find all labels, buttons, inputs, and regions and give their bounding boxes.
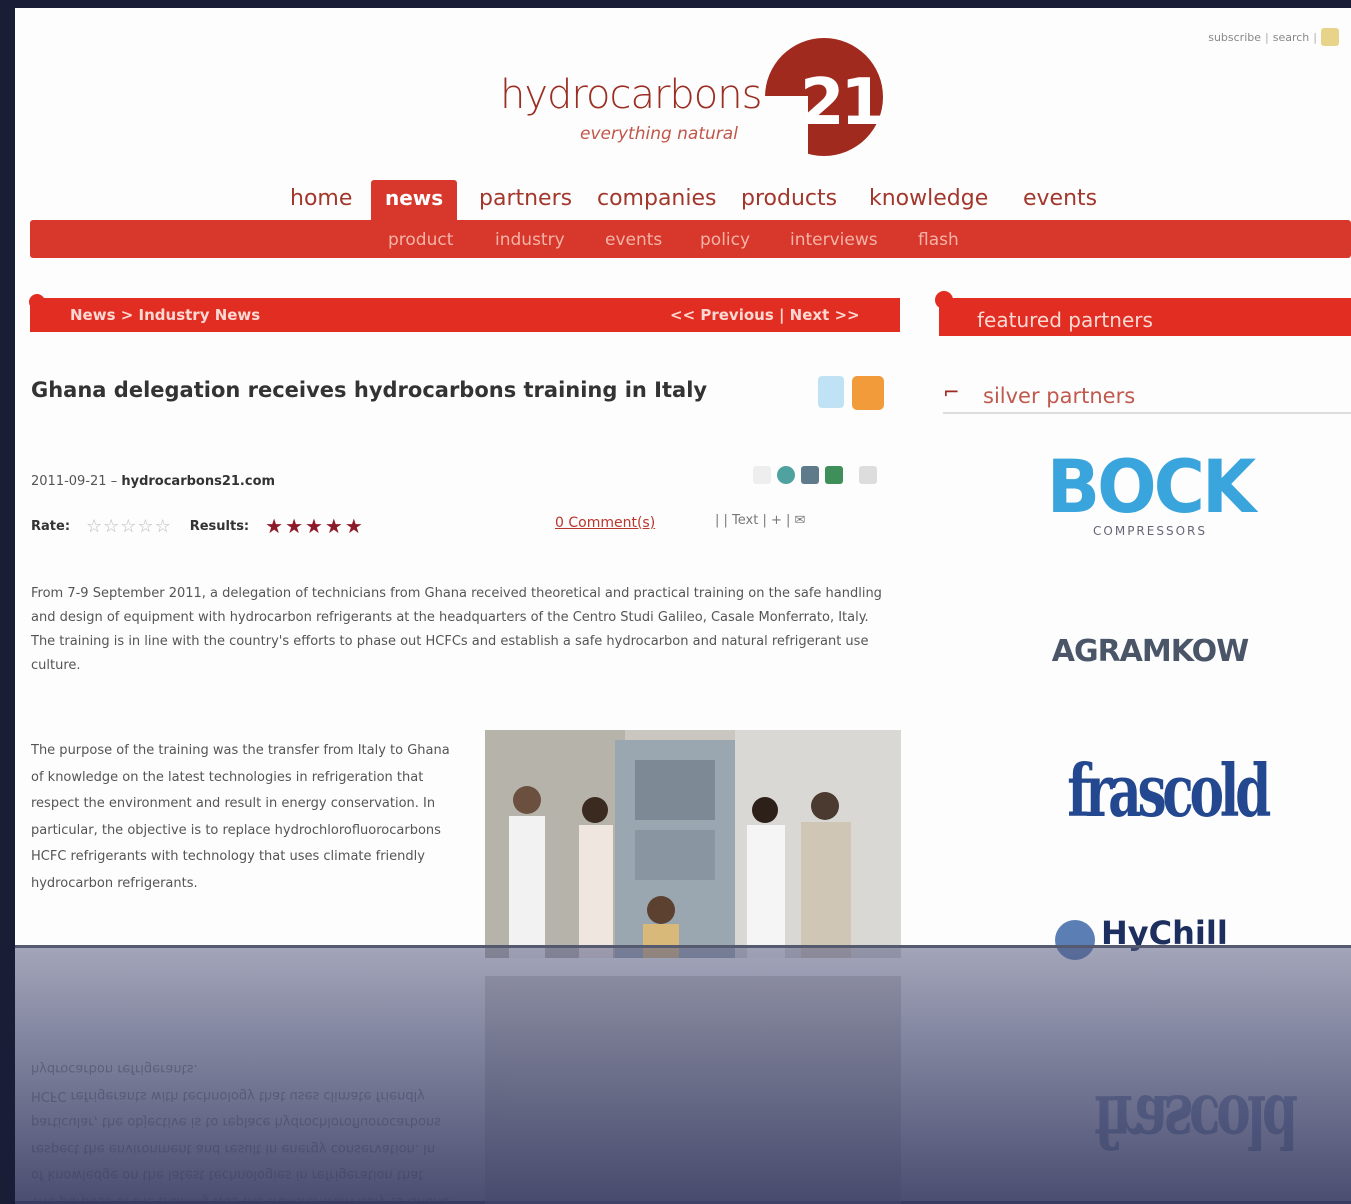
featured-partners-heading: featured partners <box>977 308 1153 332</box>
globe-icon[interactable] <box>777 466 795 484</box>
nav-companies[interactable]: companies <box>597 186 717 211</box>
home-icon[interactable] <box>1321 28 1339 46</box>
subnav-policy[interactable]: policy <box>700 230 750 250</box>
nav-home[interactable]: home <box>290 186 352 211</box>
subscribe-link[interactable]: subscribe <box>1208 31 1261 44</box>
article-title: Ghana delegation receives hydrocarbons t… <box>31 378 708 402</box>
results-label: Results: <box>189 518 250 534</box>
nav-partners[interactable]: partners <box>479 186 572 211</box>
logo-tagline: everything natural <box>580 124 738 144</box>
site-logo[interactable]: 21 hydrocarbons everything natural <box>500 36 890 156</box>
article-meta: 2011-09-21 – hydrocarbons21.com <box>31 474 275 489</box>
print-icon[interactable] <box>801 466 819 484</box>
subnav-events[interactable]: events <box>605 230 662 250</box>
logo-number: 21 <box>800 66 885 140</box>
subnav-interviews[interactable]: interviews <box>790 230 878 250</box>
article-tools <box>753 466 877 484</box>
nav-knowledge[interactable]: knowledge <box>869 186 988 211</box>
breadcrumb[interactable]: News > Industry News <box>70 306 260 324</box>
text-size-controls[interactable]: | | Text | + | ✉ <box>715 513 805 528</box>
article-lead: From 7-9 September 2011, a delegation of… <box>31 586 882 673</box>
article-body: The purpose of the training was the tran… <box>31 743 450 891</box>
nav-products[interactable]: products <box>741 186 837 211</box>
save-icon[interactable] <box>825 466 843 484</box>
twitter-icon[interactable] <box>818 376 844 408</box>
rating-row: Rate: ☆☆☆☆☆ Results: ★★★★★ <box>31 514 365 538</box>
article-source[interactable]: hydrocarbons21.com <box>121 474 275 489</box>
rate-label: Rate: <box>31 518 71 534</box>
breadcrumb-bullet <box>29 294 45 310</box>
nav-events[interactable]: events <box>1023 186 1097 211</box>
reflection-shade <box>15 948 1351 1204</box>
results-stars: ★★★★★ <box>265 514 365 538</box>
partner-logo-bock[interactable]: BOCK COMPRESSORS <box>1035 443 1265 538</box>
sub-nav: product industry events policy interview… <box>30 220 1351 258</box>
search-link[interactable]: search <box>1273 31 1310 44</box>
featured-bullet <box>935 291 953 309</box>
main-nav: home news partners companies products kn… <box>15 180 1351 220</box>
email-icon[interactable] <box>859 466 877 484</box>
utility-links: subscribe | search | <box>1208 28 1339 46</box>
article-photo <box>485 730 901 958</box>
page-reflection: The purpose of the training was the tran… <box>15 945 1351 1204</box>
nav-news[interactable]: news <box>371 180 458 220</box>
subnav-flash[interactable]: flash <box>918 230 959 250</box>
pin-icon: ⌐ <box>943 380 960 404</box>
separator: | <box>1313 30 1317 44</box>
blank-icon[interactable] <box>753 466 771 484</box>
bock-wordmark: BOCK <box>1046 443 1256 531</box>
share-icons <box>818 376 884 410</box>
silver-partners-heading: silver partners <box>983 384 1136 408</box>
subnav-product[interactable]: product <box>388 230 453 250</box>
rss-icon[interactable] <box>852 376 884 410</box>
partner-logo-frascold[interactable]: frascold <box>1067 746 1271 836</box>
comments-link[interactable]: 0 Comment(s) <box>555 515 655 531</box>
silver-partners-header: ⌐ silver partners <box>943 374 1351 414</box>
partner-logo-agramkow[interactable]: AGRAMKOW <box>1035 634 1265 669</box>
rate-stars-input[interactable]: ☆☆☆☆☆ <box>86 516 172 537</box>
prev-next-links[interactable]: << Previous | Next >> <box>670 306 860 324</box>
article-date: 2011-09-21 <box>31 474 107 489</box>
logo-wordmark: hydrocarbons <box>500 72 762 118</box>
subnav-industry[interactable]: industry <box>495 230 565 250</box>
meta-separator: – <box>110 474 122 489</box>
separator: | <box>1265 30 1269 44</box>
